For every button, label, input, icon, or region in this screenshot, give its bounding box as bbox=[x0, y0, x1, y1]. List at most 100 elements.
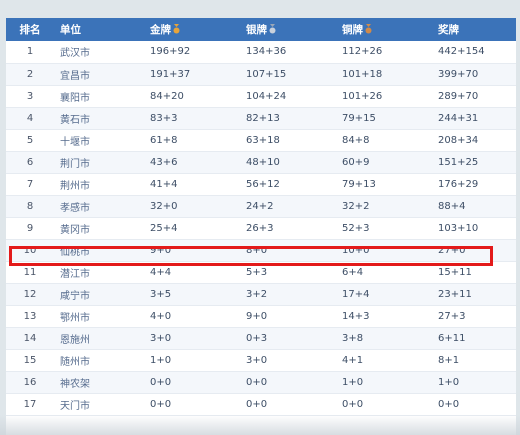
gold-cell: 4+4 bbox=[144, 261, 240, 284]
table-row[interactable]: 6 荆门市 43+6 48+10 60+9 151+25 bbox=[6, 151, 516, 174]
total-cell: 244+31 bbox=[432, 107, 516, 130]
total-cell: 6+11 bbox=[432, 327, 516, 350]
table-row[interactable]: 12 咸宁市 3+5 3+2 17+4 23+11 bbox=[6, 283, 516, 306]
rank-cell: 15 bbox=[6, 349, 54, 372]
rank-cell: 11 bbox=[6, 261, 54, 284]
bronze-cell: 60+9 bbox=[336, 151, 432, 174]
rank-cell: 1 bbox=[6, 41, 54, 64]
table-row[interactable]: 17 天门市 0+0 0+0 0+0 0+0 bbox=[6, 393, 516, 416]
gold-cell: 41+4 bbox=[144, 173, 240, 196]
total-cell: 27+0 bbox=[432, 239, 516, 262]
total-cell: 208+34 bbox=[432, 129, 516, 152]
rank-cell: 4 bbox=[6, 107, 54, 130]
rank-cell: 14 bbox=[6, 327, 54, 350]
silver-cell: 9+0 bbox=[240, 305, 336, 328]
table-row[interactable]: 10 仙桃市 9+0 8+0 10+0 27+0 bbox=[6, 239, 516, 262]
total-cell: 176+29 bbox=[432, 173, 516, 196]
gold-cell: 0+0 bbox=[144, 393, 240, 416]
gold-cell: 9+0 bbox=[144, 239, 240, 262]
rank-cell: 5 bbox=[6, 129, 54, 152]
rank-cell: 2 bbox=[6, 63, 54, 86]
silver-cell: 3+2 bbox=[240, 283, 336, 306]
bronze-cell: 6+4 bbox=[336, 261, 432, 284]
rank-cell: 10 bbox=[6, 239, 54, 262]
bronze-cell: 112+26 bbox=[336, 41, 432, 64]
header-gold-label: 金牌 bbox=[150, 24, 171, 36]
table-row[interactable]: 11 潜江市 4+4 5+3 6+4 15+11 bbox=[6, 261, 516, 284]
silver-cell: 24+2 bbox=[240, 195, 336, 218]
bronze-cell: 1+0 bbox=[336, 371, 432, 394]
total-cell: 151+25 bbox=[432, 151, 516, 174]
city-cell: 恩施州 bbox=[54, 327, 144, 350]
table-row[interactable]: 9 黄冈市 25+4 26+3 52+3 103+10 bbox=[6, 217, 516, 240]
table-row[interactable]: 13 鄂州市 4+0 9+0 14+3 27+3 bbox=[6, 305, 516, 328]
city-cell: 仙桃市 bbox=[54, 239, 144, 262]
table-row[interactable]: 14 恩施州 3+0 0+3 3+8 6+11 bbox=[6, 327, 516, 350]
total-cell: 289+70 bbox=[432, 85, 516, 108]
gold-cell: 3+0 bbox=[144, 327, 240, 350]
total-cell: 23+11 bbox=[432, 283, 516, 306]
rank-cell: 16 bbox=[6, 371, 54, 394]
bronze-cell: 0+0 bbox=[336, 393, 432, 416]
city-cell: 孝感市 bbox=[54, 195, 144, 218]
city-cell: 黄冈市 bbox=[54, 217, 144, 240]
rank-cell: 12 bbox=[6, 283, 54, 306]
city-cell: 潜江市 bbox=[54, 261, 144, 284]
total-cell: 15+11 bbox=[432, 261, 516, 284]
bronze-cell: 14+3 bbox=[336, 305, 432, 328]
silver-cell: 0+0 bbox=[240, 371, 336, 394]
city-cell: 鄂州市 bbox=[54, 305, 144, 328]
silver-cell: 134+36 bbox=[240, 41, 336, 64]
header-rank[interactable]: 排名 bbox=[6, 18, 54, 41]
city-cell: 黄石市 bbox=[54, 107, 144, 130]
table-row[interactable]: 4 黄石市 83+3 82+13 79+15 244+31 bbox=[6, 107, 516, 130]
table-row[interactable]: 1 武汉市 196+92 134+36 112+26 442+154 bbox=[6, 41, 516, 64]
bronze-cell: 10+0 bbox=[336, 239, 432, 262]
silver-cell: 0+3 bbox=[240, 327, 336, 350]
bronze-cell: 32+2 bbox=[336, 195, 432, 218]
gold-cell: 1+0 bbox=[144, 349, 240, 372]
table-row[interactable]: 2 宜昌市 191+37 107+15 101+18 399+70 bbox=[6, 63, 516, 86]
city-cell: 十堰市 bbox=[54, 129, 144, 152]
rank-cell: 17 bbox=[6, 393, 54, 416]
total-cell: 27+3 bbox=[432, 305, 516, 328]
bronze-cell: 79+15 bbox=[336, 107, 432, 130]
table-row[interactable]: 5 十堰市 61+8 63+18 84+8 208+34 bbox=[6, 129, 516, 152]
rank-cell: 6 bbox=[6, 151, 54, 174]
rank-cell: 3 bbox=[6, 85, 54, 108]
rank-cell: 13 bbox=[6, 305, 54, 328]
header-unit[interactable]: 单位 bbox=[54, 18, 144, 41]
table-body: 1 武汉市 196+92 134+36 112+26 442+154 2 宜昌市 191+37 1… bbox=[6, 41, 516, 416]
total-cell: 88+4 bbox=[432, 195, 516, 218]
total-cell: 399+70 bbox=[432, 63, 516, 86]
city-cell: 神农架 bbox=[54, 371, 144, 394]
medal-table-frame: 排名 单位 金牌 银牌 铜牌 奖牌 1 武汉市 196+92 134+36 112+26… bbox=[6, 18, 516, 435]
bronze-cell: 79+13 bbox=[336, 173, 432, 196]
city-cell: 荆州市 bbox=[54, 173, 144, 196]
table-header-row: 排名 单位 金牌 银牌 铜牌 奖牌 bbox=[6, 18, 516, 41]
rank-cell: 8 bbox=[6, 195, 54, 218]
table-row[interactable]: 16 神农架 0+0 0+0 1+0 1+0 bbox=[6, 371, 516, 394]
city-cell: 宜昌市 bbox=[54, 63, 144, 86]
city-cell: 襄阳市 bbox=[54, 85, 144, 108]
silver-cell: 104+24 bbox=[240, 85, 336, 108]
header-gold[interactable]: 金牌 bbox=[144, 18, 240, 41]
table-row[interactable]: 3 襄阳市 84+20 104+24 101+26 289+70 bbox=[6, 85, 516, 108]
silver-cell: 8+0 bbox=[240, 239, 336, 262]
table-row[interactable]: 7 荆州市 41+4 56+12 79+13 176+29 bbox=[6, 173, 516, 196]
header-medals[interactable]: 奖牌 bbox=[432, 18, 516, 41]
gold-cell: 196+92 bbox=[144, 41, 240, 64]
silver-cell: 56+12 bbox=[240, 173, 336, 196]
header-silver[interactable]: 银牌 bbox=[240, 18, 336, 41]
table-row[interactable]: 8 孝感市 32+0 24+2 32+2 88+4 bbox=[6, 195, 516, 218]
table-row[interactable]: 15 随州市 1+0 3+0 4+1 8+1 bbox=[6, 349, 516, 372]
total-cell: 8+1 bbox=[432, 349, 516, 372]
bronze-medal-icon bbox=[365, 24, 372, 37]
silver-cell: 0+0 bbox=[240, 393, 336, 416]
header-bronze[interactable]: 铜牌 bbox=[336, 18, 432, 41]
bronze-cell: 52+3 bbox=[336, 217, 432, 240]
silver-cell: 48+10 bbox=[240, 151, 336, 174]
city-cell: 随州市 bbox=[54, 349, 144, 372]
total-cell: 1+0 bbox=[432, 371, 516, 394]
bronze-cell: 84+8 bbox=[336, 129, 432, 152]
